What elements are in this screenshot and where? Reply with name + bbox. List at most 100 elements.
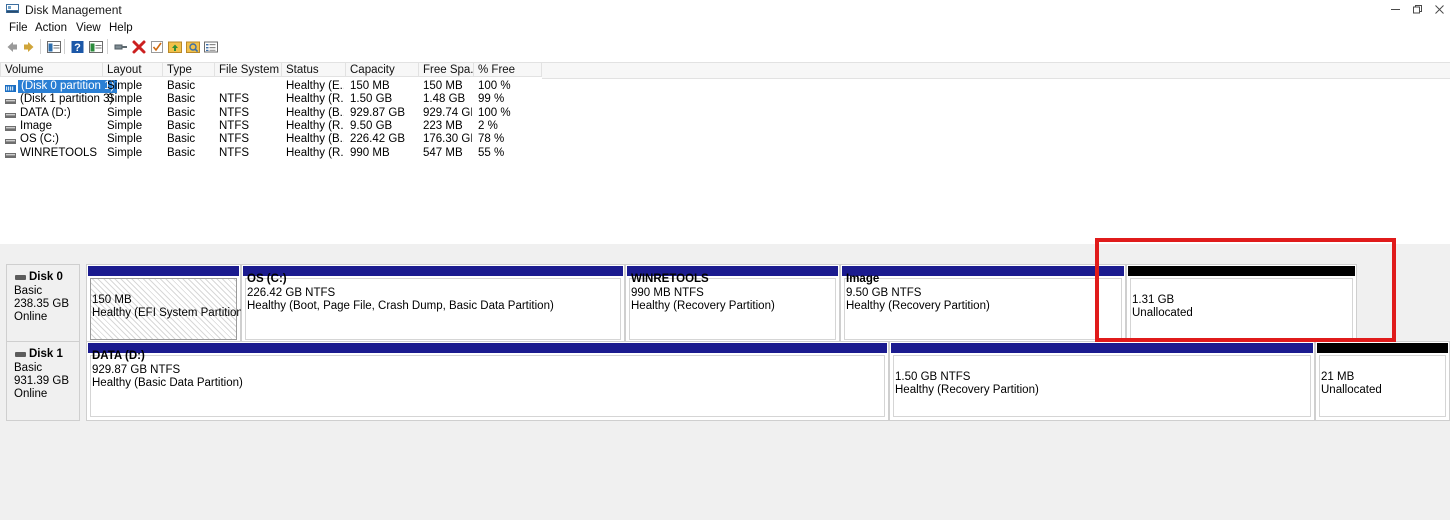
search-icon[interactable]	[185, 39, 201, 55]
volume-drive-icon	[5, 150, 16, 158]
partition-size: 21 MB	[1321, 371, 1355, 383]
cell-status: Healthy (B...	[286, 133, 344, 146]
column-header-layout[interactable]: Layout	[103, 62, 163, 77]
partition-status: Healthy (EFI System Partition)	[92, 307, 247, 319]
cell-capacity: 9.50 GB	[350, 119, 393, 132]
column-header-type[interactable]: Type	[163, 62, 215, 77]
cell-layout: Simple	[107, 106, 143, 119]
menu-bar: File Action View Help	[0, 19, 1450, 36]
volume-drive-icon	[5, 96, 16, 105]
volume-drive-icon	[5, 136, 16, 145]
volume-drive-icon	[5, 83, 16, 92]
disk-graphical-pane[interactable]: Disk 0 Basic 238.35 GB Online 150 MB Healthy …	[0, 238, 1450, 520]
partition-size: 1.31 GB	[1132, 294, 1175, 306]
close-button[interactable]	[1428, 0, 1450, 19]
back-arrow-icon[interactable]	[4, 39, 20, 55]
cell-file-system: NTFS	[219, 106, 250, 119]
rescan-disks-icon[interactable]	[113, 39, 129, 55]
minimize-button[interactable]	[1384, 0, 1406, 19]
cell-status: Healthy (R...	[286, 146, 344, 159]
extend-volume-icon[interactable]	[167, 39, 183, 55]
partition-area: 150 MB Healthy (EFI System Partition) OS (…	[0, 264, 1450, 344]
disk-row-disk-0: Disk 0 Basic 238.35 GB Online 150 MB Healthy …	[0, 264, 1450, 344]
menu-item-file[interactable]: File	[4, 21, 33, 35]
column-header-file-system[interactable]: File System	[215, 62, 282, 77]
cell-capacity: 1.50 GB	[350, 93, 393, 106]
cell-file-system: NTFS	[219, 119, 250, 132]
partition-block[interactable]: DATA (D:) 929.87 GB NTFS Healthy (Basic Da…	[86, 341, 889, 421]
table-row[interactable]: OS (C:) Simple Basic NTFS Healthy (B... 226.4…	[0, 133, 1450, 146]
volume-list-pane[interactable]: Volume Layout Type File System Status Capacit…	[0, 58, 1450, 245]
column-header-free-spa[interactable]: Free Spa...	[419, 62, 474, 77]
toolbar-separator-1	[40, 39, 41, 54]
cell-file-system: NTFS	[219, 133, 250, 146]
cell-layout: Simple	[107, 80, 143, 92]
toolbar-separator-3	[107, 39, 108, 54]
cell-type: Basic	[167, 133, 196, 146]
cell-capacity: 929.87 GB	[350, 106, 405, 119]
column-header-volume[interactable]: Volume	[0, 62, 103, 77]
cell-type: Basic	[167, 80, 196, 92]
cell-file-system	[219, 80, 280, 93]
table-row[interactable]: (Disk 1 partition 3) Simple Basic NTFS Healt…	[0, 93, 1450, 106]
table-row[interactable]: (Disk 0 partition 1) Simple Basic Healthy (…	[0, 80, 1450, 93]
cell-type: Basic	[167, 106, 196, 119]
cell-free-space: 176.30 GB	[423, 133, 472, 146]
partition-capacity-bar	[88, 266, 239, 276]
partition-status: Healthy (Boot, Page File, Crash Dump, Ba…	[247, 300, 554, 312]
restore-button[interactable]	[1406, 0, 1428, 19]
volume-name-cell[interactable]: WINRETOOLS	[20, 147, 97, 160]
partition-block[interactable]: 150 MB Healthy (EFI System Partition)	[86, 264, 247, 344]
table-row[interactable]: Image Simple Basic NTFS Healthy (R... 9.50 GB…	[0, 120, 1450, 133]
volume-name-cell[interactable]: OS (C:)	[20, 133, 59, 146]
partition-block[interactable]: 1.50 GB NTFS Healthy (Recovery Partition)	[889, 341, 1315, 421]
cell-type: Basic	[167, 119, 196, 132]
delete-icon[interactable]	[131, 39, 147, 55]
volume-name-cell[interactable]: Image	[20, 120, 52, 133]
cell-free-space: 547 MB	[423, 146, 463, 159]
menu-item-action[interactable]: Action	[30, 21, 72, 35]
cell-free-space: 1.48 GB	[423, 93, 466, 106]
volume-name-cell[interactable]: DATA (D:)	[20, 107, 71, 120]
volume-name-cell[interactable]: (Disk 0 partition 1)	[18, 80, 118, 93]
cell-layout: Simple	[107, 119, 143, 132]
partition-size: 990 MB NTFS	[631, 287, 704, 299]
partition-label: WINRETOOLS	[631, 273, 709, 285]
menu-item-view[interactable]: View	[71, 21, 106, 35]
partition-block[interactable]: 21 MB Unallocated	[1315, 341, 1450, 421]
column-header-free[interactable]: % Free	[474, 62, 542, 77]
partition-capacity-bar	[1128, 266, 1355, 276]
partition-size: 929.87 GB NTFS	[92, 364, 181, 376]
show-hide-console-tree-icon[interactable]	[46, 39, 62, 55]
partition-block[interactable]: OS (C:) 226.42 GB NTFS Healthy (Boot, Page…	[241, 264, 625, 344]
svg-text:?: ?	[74, 42, 81, 54]
help-icon[interactable]: ?	[70, 39, 86, 55]
volume-drive-icon	[5, 110, 16, 118]
check-icon[interactable]	[149, 39, 165, 55]
partition-label: OS (C:)	[247, 273, 287, 285]
column-header-capacity[interactable]: Capacity	[346, 62, 419, 77]
partition-block[interactable]: 1.31 GB Unallocated	[1126, 264, 1357, 344]
forward-arrow-icon[interactable]	[21, 39, 37, 55]
column-header-status[interactable]: Status	[282, 62, 346, 77]
window-controls	[1384, 0, 1450, 19]
table-row[interactable]: DATA (D:) Simple Basic NTFS Healthy (B... 929…	[0, 107, 1450, 120]
properties-icon[interactable]	[88, 39, 104, 55]
disk-management-window: Disk Management File Action View Help ? …	[0, 0, 1450, 520]
partition-block[interactable]: Image 9.50 GB NTFS Healthy (Recovery Parti…	[840, 264, 1126, 344]
table-row[interactable]: WINRETOOLS Simple Basic NTFS Healthy (R... 99…	[0, 147, 1450, 160]
partition-capacity-bar	[842, 266, 1124, 276]
volume-name-cell[interactable]: (Disk 1 partition 3)	[20, 93, 113, 106]
partition-block[interactable]: WINRETOOLS 990 MB NTFS Healthy (Recovery P…	[625, 264, 840, 344]
partition-capacity-bar	[88, 343, 887, 353]
column-header-filler	[542, 62, 1450, 79]
cell-layout: Simple	[107, 146, 143, 159]
partition-label: Image	[846, 273, 880, 285]
volume-list-header: Volume Layout Type File System Status Capacit…	[0, 62, 1450, 79]
partition-status: Unallocated	[1321, 384, 1382, 396]
cell-free-space: 929.74 GB	[423, 106, 472, 119]
volume-drive-icon	[5, 123, 16, 131]
list-view-icon[interactable]	[203, 39, 219, 55]
menu-item-help[interactable]: Help	[104, 21, 138, 35]
partition-capacity-bar	[891, 343, 1313, 353]
